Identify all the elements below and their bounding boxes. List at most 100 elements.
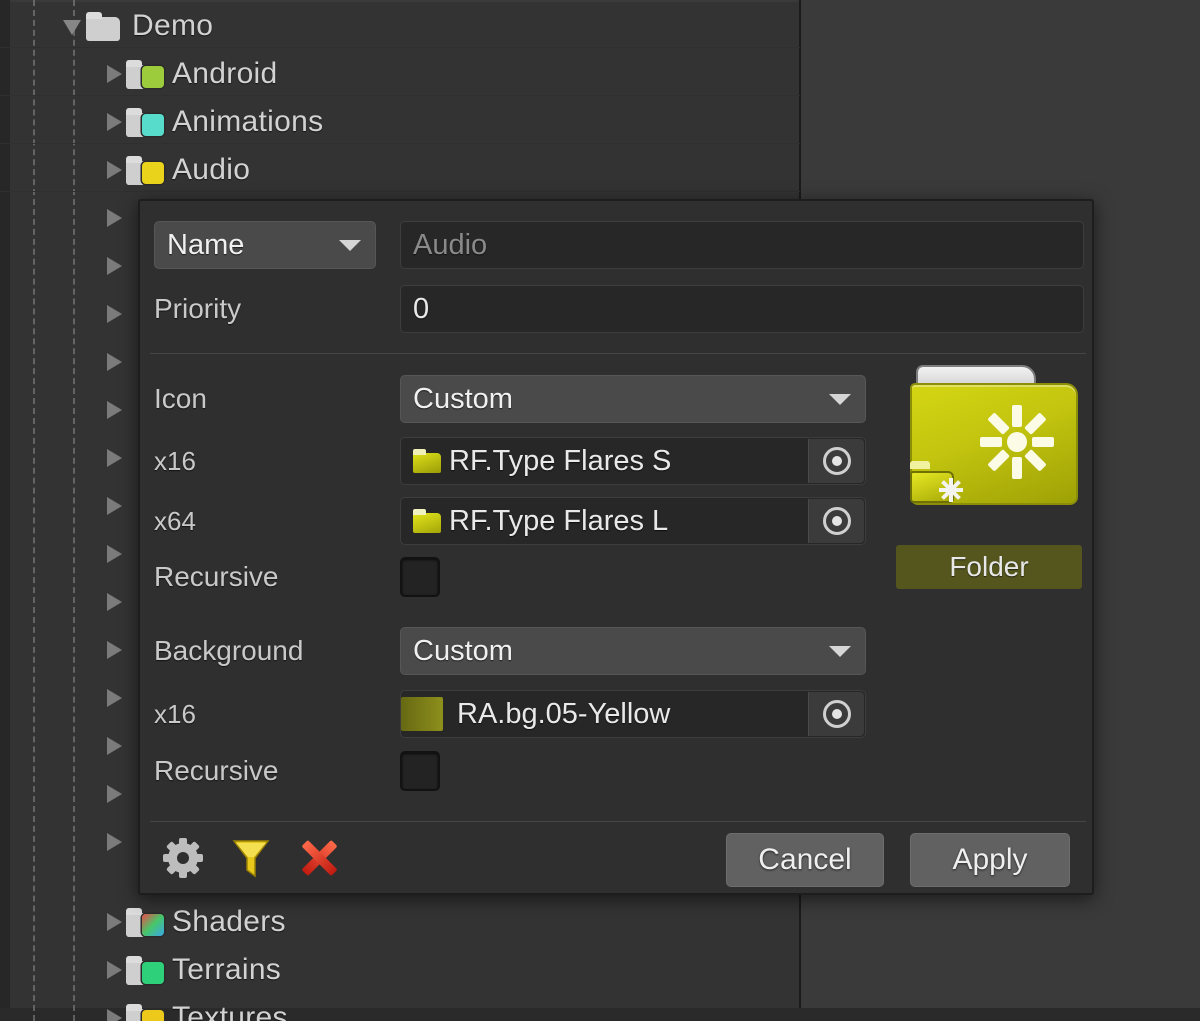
chevron-right-icon[interactable] [100, 829, 126, 855]
background-x16-input[interactable]: RA.bg.05-Yellow [400, 690, 866, 738]
name-input[interactable]: Audio [400, 221, 1084, 269]
folder-properties-dialog: Name Audio Priority 0 Icon Custom x16 RF… [138, 199, 1094, 895]
name-type-dropdown[interactable]: Name [154, 221, 376, 269]
folder-terrains-icon [126, 955, 164, 985]
icon-x16-value: RF.Type Flares S [449, 444, 672, 477]
icon-recursive-row: Recursive [154, 557, 440, 597]
folder-animations-icon [126, 107, 164, 137]
icon-x16-picker-button[interactable] [808, 439, 864, 483]
apply-button[interactable]: Apply [910, 833, 1070, 887]
folder-android-icon [126, 59, 164, 89]
background-recursive-checkbox[interactable] [400, 751, 440, 791]
chevron-right-icon[interactable] [100, 637, 126, 663]
tree-item-label: Shaders [172, 905, 286, 938]
tree-item-shaders[interactable]: Shaders [100, 898, 286, 946]
chevron-right-icon[interactable] [100, 157, 126, 183]
asset-folder-icon [413, 509, 443, 533]
chevron-right-icon[interactable] [100, 909, 126, 935]
red-x-icon [300, 839, 338, 877]
icon-label: Icon [154, 383, 207, 414]
funnel-icon [232, 840, 270, 878]
background-x16-picker-button[interactable] [808, 692, 864, 736]
chevron-right-icon[interactable] [100, 781, 126, 807]
tree-item-label: Terrains [172, 953, 282, 986]
target-icon [822, 447, 851, 475]
section-divider [150, 353, 1086, 354]
background-x16-value: RA.bg.05-Yellow [457, 697, 671, 730]
preview-caption: Folder [896, 545, 1082, 589]
priority-value: 0 [413, 292, 430, 325]
sparkle-icon [938, 477, 964, 503]
chevron-right-icon[interactable] [100, 109, 126, 135]
background-mode-dropdown[interactable]: Custom [400, 627, 866, 675]
name-type-value: Name [167, 228, 245, 261]
filter-button[interactable] [228, 835, 274, 881]
icon-recursive-label: Recursive [154, 561, 279, 592]
icon-x16-input[interactable]: RF.Type Flares S [400, 437, 866, 485]
target-icon [822, 507, 851, 535]
chevron-right-icon[interactable] [100, 1005, 126, 1021]
gear-icon [163, 838, 203, 878]
chevron-right-icon[interactable] [100, 61, 126, 87]
folder-flare-icon [908, 361, 1080, 511]
indent-guide-1 [33, 0, 35, 1021]
chevron-right-icon[interactable] [100, 205, 126, 231]
background-x16-row: x16 RA.bg.05-Yellow [154, 690, 866, 738]
target-icon [822, 700, 851, 728]
icon-x64-label: x64 [154, 505, 196, 536]
chevron-right-icon[interactable] [100, 301, 126, 327]
background-mode-value: Custom [413, 634, 513, 667]
chevron-down-icon[interactable] [60, 13, 86, 39]
chevron-right-icon[interactable] [100, 541, 126, 567]
background-x16-label: x16 [154, 698, 196, 729]
icon-x16-row: x16 RF.Type Flares S [154, 437, 866, 485]
tree-item-android[interactable]: Android [100, 50, 278, 98]
folder-icon [86, 11, 124, 41]
far-left-gutter [0, 0, 10, 1021]
chevron-right-icon[interactable] [100, 253, 126, 279]
tree-item-terrains[interactable]: Terrains [100, 946, 281, 994]
footer-icon-group [160, 835, 342, 881]
name-row: Name Audio [154, 221, 1084, 269]
tree-item-label: Audio [172, 153, 251, 186]
chevron-right-icon[interactable] [100, 589, 126, 615]
chevron-right-icon[interactable] [100, 733, 126, 759]
folder-audio-icon [126, 155, 164, 185]
dialog-footer: Cancel Apply [140, 821, 1092, 893]
icon-x64-input[interactable]: RF.Type Flares L [400, 497, 866, 545]
chevron-down-icon [339, 240, 361, 251]
settings-button[interactable] [160, 835, 206, 881]
chevron-right-icon[interactable] [100, 397, 126, 423]
flare-burst-icon [980, 405, 1054, 479]
background-row: Background Custom [154, 627, 866, 675]
icon-mode-value: Custom [413, 382, 513, 415]
chevron-right-icon[interactable] [100, 685, 126, 711]
priority-row: Priority 0 [154, 285, 1084, 333]
priority-input[interactable]: 0 [400, 285, 1084, 333]
chevron-right-icon[interactable] [100, 957, 126, 983]
icon-x64-picker-button[interactable] [808, 499, 864, 543]
priority-label: Priority [154, 293, 242, 324]
chevron-right-icon[interactable] [100, 493, 126, 519]
chevron-right-icon[interactable] [100, 349, 126, 375]
tree-item-textures[interactable]: Textures [100, 994, 288, 1021]
background-recursive-row: Recursive [154, 751, 440, 791]
icon-mode-dropdown[interactable]: Custom [400, 375, 866, 423]
folder-overlay-icon [908, 457, 966, 505]
asset-folder-icon [413, 449, 443, 473]
icon-recursive-checkbox[interactable] [400, 557, 440, 597]
background-recursive-label: Recursive [154, 755, 279, 786]
icon-x64-value: RF.Type Flares L [449, 504, 669, 537]
chevron-right-icon[interactable] [100, 445, 126, 471]
delete-button[interactable] [296, 835, 342, 881]
cancel-button[interactable]: Cancel [726, 833, 884, 887]
chevron-down-icon [829, 646, 851, 657]
background-label: Background [154, 635, 304, 666]
tree-item-animations[interactable]: Animations [100, 98, 323, 146]
tree-item-audio[interactable]: Audio [100, 146, 250, 194]
chevron-down-icon [829, 394, 851, 405]
tree-item-label: Demo [132, 9, 214, 42]
name-input-placeholder: Audio [413, 228, 488, 261]
tree-item-label: Android [172, 57, 278, 90]
tree-item-demo[interactable]: Demo [60, 2, 213, 50]
